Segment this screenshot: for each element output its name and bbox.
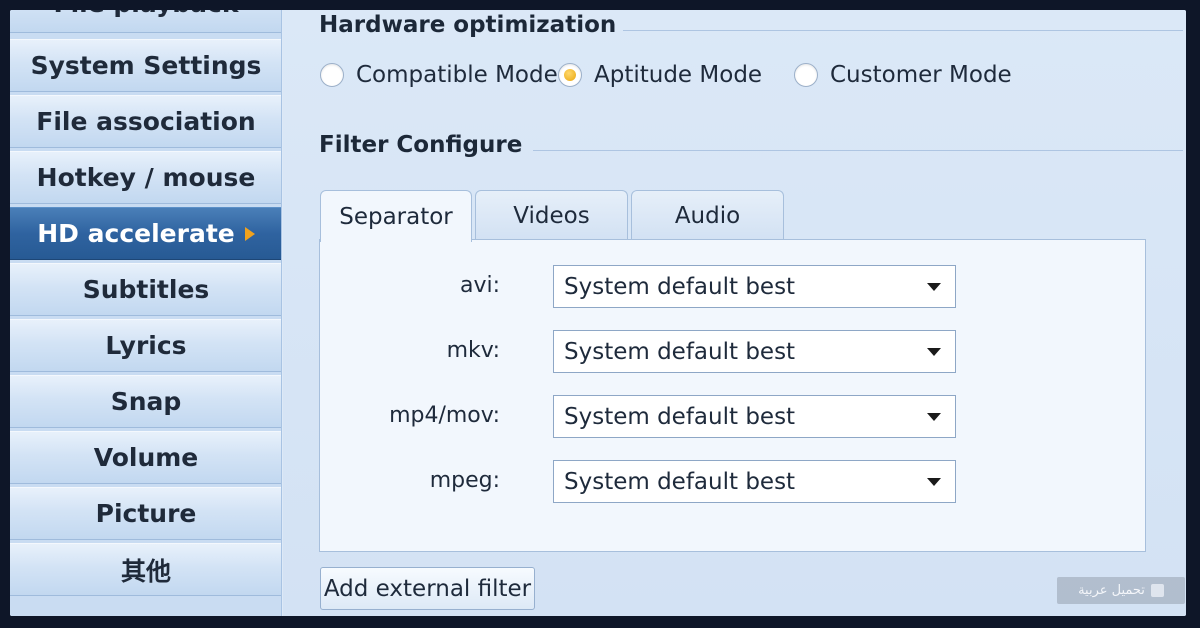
site-badge: تحميل عربية <box>1057 577 1185 604</box>
radio-icon <box>320 63 344 87</box>
avi-filter-select[interactable]: System default best <box>553 265 956 308</box>
chevron-down-icon <box>927 283 941 291</box>
hardware-mode-group: Compatible Mode Aptitude Mode Customer M… <box>320 62 1012 88</box>
select-value: System default best <box>564 403 796 430</box>
sidebar-item-label: System Settings <box>30 51 262 80</box>
download-icon <box>1150 584 1164 597</box>
radio-icon <box>794 63 818 87</box>
hardware-optimization-title: Hardware optimization <box>319 12 617 38</box>
sidebar-item-file-association[interactable]: File association <box>10 95 281 148</box>
settings-content: Hardware optimization Compatible Mode Ap… <box>283 10 1186 616</box>
mpeg-filter-select[interactable]: System default best <box>553 460 956 503</box>
divider <box>623 30 1183 31</box>
radio-label: Aptitude Mode <box>594 62 763 88</box>
chevron-down-icon <box>927 348 941 356</box>
radio-checked-icon <box>558 63 582 87</box>
separator-panel: avi: System default best mkv: System def… <box>319 239 1146 552</box>
chevron-down-icon <box>927 413 941 421</box>
sidebar-item-hd-accelerate[interactable]: HD accelerate <box>10 207 281 260</box>
sidebar-item-system-settings[interactable]: System Settings <box>10 39 281 92</box>
aptitude-mode-radio[interactable]: Aptitude Mode <box>558 62 794 88</box>
sidebar: File playback System Settings File assoc… <box>10 10 282 616</box>
sidebar-item-subtitles[interactable]: Subtitles <box>10 263 281 316</box>
sidebar-item-label: 其他 <box>120 556 171 586</box>
chevron-down-icon <box>927 478 941 486</box>
sidebar-item-other[interactable]: 其他 <box>10 543 281 596</box>
sidebar-item-label: Lyrics <box>105 331 187 360</box>
filter-label-mkv: mkv: <box>446 338 500 363</box>
tab-separator[interactable]: Separator <box>320 190 472 242</box>
divider <box>533 150 1183 151</box>
window: File playback System Settings File assoc… <box>10 10 1186 616</box>
arrow-right-icon <box>244 226 255 241</box>
mkv-filter-select[interactable]: System default best <box>553 330 956 373</box>
sidebar-item-file-playback[interactable]: File playback <box>10 10 281 33</box>
sidebar-item-label: File playback <box>54 10 239 18</box>
sidebar-item-label: Subtitles <box>82 275 210 304</box>
filter-label-avi: avi: <box>459 273 500 298</box>
badge-text: تحميل عربية <box>1078 583 1145 598</box>
sidebar-item-volume[interactable]: Volume <box>10 431 281 484</box>
filter-configure-title: Filter Configure <box>319 132 523 158</box>
select-value: System default best <box>564 338 796 365</box>
sidebar-item-label: HD accelerate <box>37 219 235 248</box>
sidebar-item-label: Picture <box>95 499 197 528</box>
sidebar-item-label: File association <box>36 107 256 136</box>
select-value: System default best <box>564 273 796 300</box>
tab-videos[interactable]: Videos <box>475 190 628 241</box>
customer-mode-radio[interactable]: Customer Mode <box>794 62 1012 88</box>
tab-audio[interactable]: Audio <box>631 190 784 241</box>
add-external-filter-button[interactable]: Add external filter <box>320 567 535 610</box>
filter-label-mp4-mov: mp4/mov: <box>389 403 500 428</box>
radio-label: Customer Mode <box>830 62 1012 88</box>
sidebar-item-lyrics[interactable]: Lyrics <box>10 319 281 372</box>
sidebar-item-label: Hotkey / mouse <box>36 163 256 192</box>
sidebar-item-snap[interactable]: Snap <box>10 375 281 428</box>
sidebar-item-label: Snap <box>110 387 182 416</box>
compatible-mode-radio[interactable]: Compatible Mode <box>320 62 558 88</box>
mp4-mov-filter-select[interactable]: System default best <box>553 395 956 438</box>
sidebar-item-picture[interactable]: Picture <box>10 487 281 540</box>
filter-label-mpeg: mpeg: <box>429 468 500 493</box>
sidebar-item-label: Volume <box>93 443 199 472</box>
sidebar-item-hotkey-mouse[interactable]: Hotkey / mouse <box>10 151 281 204</box>
select-value: System default best <box>564 468 796 495</box>
radio-label: Compatible Mode <box>356 62 558 88</box>
